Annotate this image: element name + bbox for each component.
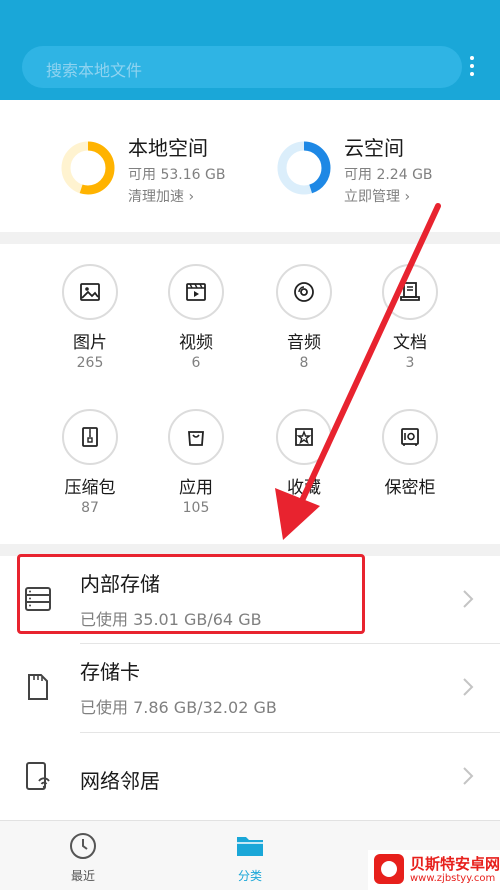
category-documents[interactable]: 文档 3 <box>360 264 460 394</box>
category-count: 6 <box>191 355 201 371</box>
nav-recent-label: 最近 <box>70 869 95 883</box>
cloud-space-available: 可用 2.24 GB <box>344 167 433 183</box>
chevron-right-icon <box>463 590 474 608</box>
app-icon <box>168 409 224 465</box>
category-count: 87 <box>81 500 99 516</box>
local-space-available: 可用 53.16 GB <box>128 167 226 183</box>
favorite-icon <box>276 409 332 465</box>
category-label: 保密柜 <box>384 478 436 498</box>
category-images[interactable]: 图片 265 <box>40 264 140 394</box>
chevron-right-icon <box>463 767 474 785</box>
category-audio[interactable]: 音频 8 <box>254 264 354 394</box>
search-bar[interactable]: 搜索本地文件 <box>22 46 462 88</box>
category-label: 图片 <box>73 333 107 353</box>
category-apps[interactable]: 应用 105 <box>146 409 246 539</box>
category-grid: 图片 265 视频 6 音频 8 文档 3 压缩包 87 应用 105 收藏 保… <box>0 244 500 544</box>
category-label: 压缩包 <box>64 478 116 498</box>
category-label: 音频 <box>287 333 321 353</box>
sd-card-usage: 已使用 7.86 GB/32.02 GB <box>80 698 277 717</box>
watermark: 贝斯特安卓网 www.zjbstyy.com <box>368 850 500 890</box>
nav-category-label: 分类 <box>237 869 262 883</box>
watermark-name: 贝斯特安卓网 <box>410 855 500 873</box>
sd-card-icon <box>28 674 48 700</box>
clean-accelerate-link[interactable]: 清理加速 › <box>128 186 194 206</box>
network-neighbor-icon <box>26 762 50 790</box>
nav-category[interactable]: 分类 <box>210 831 290 884</box>
sd-card-row[interactable]: 存储卡 已使用 7.86 GB/32.02 GB <box>0 644 500 732</box>
category-label: 视频 <box>179 333 213 353</box>
safe-icon <box>382 409 438 465</box>
clock-icon <box>70 833 96 859</box>
category-label: 收藏 <box>287 478 321 498</box>
nav-recent[interactable]: 最近 <box>43 831 123 884</box>
manage-now-link[interactable]: 立即管理 › <box>344 186 410 206</box>
local-space-title: 本地空间 <box>128 136 208 160</box>
category-count: 3 <box>405 355 415 371</box>
section-divider <box>0 232 500 244</box>
category-count: 105 <box>182 500 210 516</box>
document-icon <box>382 264 438 320</box>
audio-icon <box>276 264 332 320</box>
more-options-icon[interactable] <box>464 52 480 82</box>
network-neighbor-title: 网络邻居 <box>80 769 160 793</box>
category-count: 265 <box>76 355 104 371</box>
cloud-space-title: 云空间 <box>344 136 404 160</box>
category-label: 文档 <box>393 333 427 353</box>
image-icon <box>62 264 118 320</box>
archive-icon <box>62 409 118 465</box>
search-input[interactable]: 搜索本地文件 <box>46 57 142 81</box>
watermark-url: www.zjbstyy.com <box>410 873 496 884</box>
watermark-logo-icon <box>374 854 404 884</box>
category-safe[interactable]: 保密柜 <box>360 409 460 539</box>
network-neighbor-row[interactable]: 网络邻居 <box>0 733 500 821</box>
sd-card-title: 存储卡 <box>80 660 140 684</box>
cloud-storage-ring-icon <box>276 140 332 196</box>
video-icon <box>168 264 224 320</box>
category-count: 8 <box>299 355 309 371</box>
local-storage-ring-icon <box>60 140 116 196</box>
folder-icon <box>237 837 263 856</box>
category-videos[interactable]: 视频 6 <box>146 264 246 394</box>
chevron-right-icon <box>463 678 474 696</box>
highlight-box <box>17 554 365 634</box>
app-header: 搜索本地文件 <box>0 0 500 100</box>
category-archives[interactable]: 压缩包 87 <box>40 409 140 539</box>
storage-summary: 本地空间 可用 53.16 GB 清理加速 › 云空间 可用 2.24 GB 立… <box>0 100 500 232</box>
category-favorites[interactable]: 收藏 <box>254 409 354 539</box>
category-label: 应用 <box>179 478 213 498</box>
